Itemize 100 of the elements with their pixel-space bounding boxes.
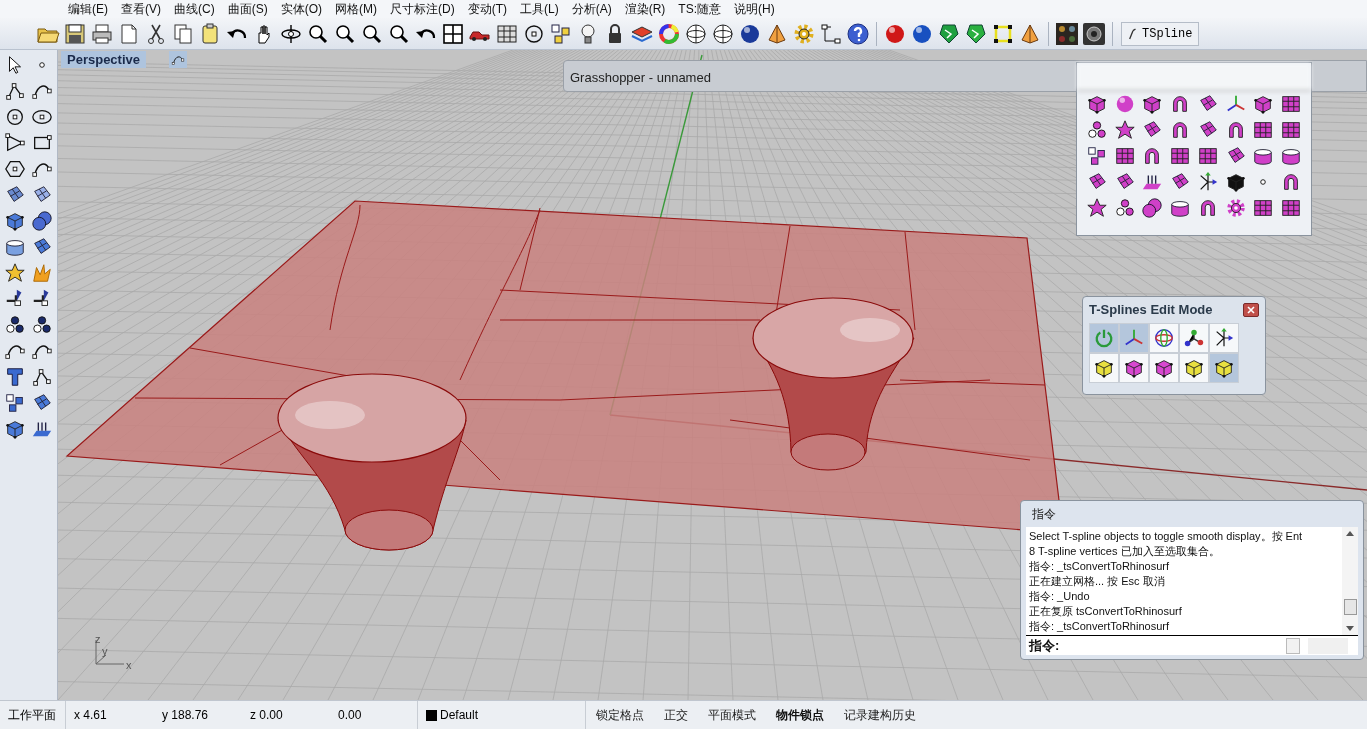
tool-button[interactable] bbox=[1149, 323, 1179, 353]
cube-icon bbox=[1093, 357, 1115, 379]
wiresphere-icon[interactable] bbox=[684, 21, 708, 46]
help-icon[interactable] bbox=[846, 21, 870, 46]
grid-icon[interactable] bbox=[1280, 119, 1303, 141]
cube-icon[interactable] bbox=[4, 418, 27, 440]
grid-icon[interactable] bbox=[1252, 119, 1275, 141]
polyline-icon[interactable] bbox=[4, 80, 27, 102]
grid-icon[interactable] bbox=[1280, 197, 1303, 219]
axis-label: z bbox=[95, 632, 101, 647]
close-button[interactable] bbox=[1243, 303, 1259, 317]
wiresphere-icon[interactable] bbox=[711, 21, 735, 46]
status-toggle[interactable]: 物件锁点 bbox=[766, 701, 834, 729]
menu-item[interactable]: 编辑(E) bbox=[68, 0, 108, 18]
axis-icon bbox=[95, 639, 125, 665]
spheres-icon[interactable] bbox=[30, 210, 53, 232]
blocks-icon[interactable] bbox=[1085, 145, 1108, 167]
cube-icon[interactable] bbox=[4, 210, 27, 232]
history-line: Select T-spline objects to toggle smooth display。按 Ent bbox=[1029, 529, 1304, 544]
menu-item[interactable]: 实体(O) bbox=[280, 0, 322, 18]
gizmo-icon bbox=[1153, 327, 1175, 349]
tool-button[interactable] bbox=[1179, 353, 1209, 383]
axis-label: y bbox=[102, 644, 108, 659]
menu-item[interactable]: 网格(M) bbox=[335, 0, 377, 18]
star-icon[interactable] bbox=[1085, 197, 1108, 219]
viewport-tab[interactable]: Perspective bbox=[61, 51, 146, 68]
circles-icon[interactable] bbox=[1113, 197, 1136, 219]
status-toggle[interactable]: 锁定格点 bbox=[586, 701, 654, 729]
grid-icon[interactable] bbox=[1252, 197, 1275, 219]
history-line: 正在建立网格... 按 Esc 取消 bbox=[1029, 574, 1166, 589]
grid-icon[interactable] bbox=[1196, 145, 1219, 167]
gem-icon[interactable] bbox=[964, 21, 988, 46]
cube-icon[interactable] bbox=[1224, 171, 1247, 193]
nodes-icon bbox=[1183, 327, 1205, 349]
circles-icon[interactable] bbox=[4, 314, 27, 336]
dimension-icon[interactable] bbox=[819, 21, 843, 46]
menu-item[interactable]: 曲线(C) bbox=[174, 0, 215, 18]
history-line: 8 T-spline vertices 已加入至选取集合。 bbox=[1029, 544, 1221, 559]
panel-title: 指令 bbox=[1031, 506, 1057, 523]
history-line: 指令: _tsConvertToRhinosurf bbox=[1029, 559, 1170, 574]
palette-icon[interactable] bbox=[1055, 21, 1079, 46]
cube-icon[interactable] bbox=[1252, 93, 1275, 115]
tool-button[interactable] bbox=[1209, 323, 1239, 353]
window-title: Grasshopper - unnamed bbox=[570, 70, 711, 85]
history-line: 正在复原 tsConvertToRhinosurf bbox=[1029, 604, 1183, 619]
menu-item[interactable]: 查看(V) bbox=[121, 0, 161, 18]
circles-icon[interactable] bbox=[30, 314, 53, 336]
cube-icon bbox=[1153, 357, 1175, 379]
cube-icon bbox=[1213, 357, 1235, 379]
coordinate-text: z 0.00 bbox=[249, 707, 284, 724]
menu-item[interactable]: 说明(H) bbox=[734, 0, 775, 18]
tool-button[interactable] bbox=[1209, 353, 1239, 383]
scroll-up-icon[interactable] bbox=[1346, 530, 1354, 536]
tool-button[interactable] bbox=[1149, 353, 1179, 383]
tool-button[interactable] bbox=[1119, 353, 1149, 383]
cube-icon[interactable] bbox=[1141, 93, 1164, 115]
menu-item[interactable]: TS:随意 bbox=[678, 0, 721, 18]
tool-button[interactable] bbox=[1179, 323, 1209, 353]
scrollbar[interactable] bbox=[1308, 637, 1348, 654]
hexagon-icon[interactable] bbox=[4, 158, 27, 180]
scroll-down-icon[interactable] bbox=[1346, 626, 1354, 632]
spheres-icon[interactable] bbox=[1141, 197, 1164, 219]
scroll-thumb[interactable] bbox=[1343, 599, 1357, 615]
colorwheel-icon[interactable] bbox=[657, 21, 681, 46]
layer-name[interactable]: Default bbox=[440, 706, 479, 724]
menu-item[interactable]: 曲面(S) bbox=[227, 0, 268, 18]
triangle-icon[interactable] bbox=[4, 132, 27, 154]
cube-icon bbox=[1183, 357, 1205, 379]
status-toggle[interactable]: 平面模式 bbox=[698, 701, 766, 729]
coordinate-text: y 188.76 bbox=[161, 707, 210, 724]
status-cell: 工作平面 bbox=[0, 701, 66, 729]
power-icon bbox=[1093, 327, 1115, 349]
menu-item[interactable]: 变动(T) bbox=[467, 0, 507, 18]
menu-item[interactable]: 尺寸标注(D) bbox=[390, 0, 455, 18]
history-line: 指令: _tsConvertToRhinosurf bbox=[1029, 619, 1170, 634]
window4-icon[interactable] bbox=[441, 21, 465, 46]
scrollbar[interactable] bbox=[1342, 527, 1358, 635]
circles-icon[interactable] bbox=[1085, 119, 1108, 141]
status-toggle[interactable]: 记录建构历史 bbox=[834, 701, 926, 729]
command-prompt: 指令: bbox=[1029, 636, 1060, 655]
pointer-icon bbox=[1128, 26, 1138, 41]
star-icon[interactable] bbox=[4, 262, 27, 284]
gem-icon[interactable] bbox=[937, 21, 961, 46]
printer-icon[interactable] bbox=[90, 21, 114, 46]
menu-item[interactable]: 渲染(R) bbox=[624, 0, 666, 18]
gear-icon[interactable] bbox=[1224, 197, 1247, 219]
polyline-icon[interactable] bbox=[30, 366, 53, 388]
cube-icon[interactable] bbox=[1085, 93, 1108, 115]
viewport-menu-button[interactable] bbox=[169, 51, 187, 68]
grid-icon[interactable] bbox=[1280, 93, 1303, 115]
status-toggle[interactable]: 正交 bbox=[654, 701, 698, 729]
grid-icon[interactable] bbox=[1113, 145, 1136, 167]
tspline-button[interactable]: TSpline bbox=[1121, 21, 1200, 46]
menu-item[interactable]: 分析(A) bbox=[571, 0, 612, 18]
grid-icon[interactable] bbox=[1169, 145, 1192, 167]
menu-item[interactable]: 工具(L) bbox=[520, 0, 559, 18]
camera-icon[interactable] bbox=[1082, 21, 1106, 46]
tool-button[interactable] bbox=[1089, 353, 1119, 383]
star-icon[interactable] bbox=[1113, 119, 1136, 141]
close-icon bbox=[1247, 306, 1255, 314]
